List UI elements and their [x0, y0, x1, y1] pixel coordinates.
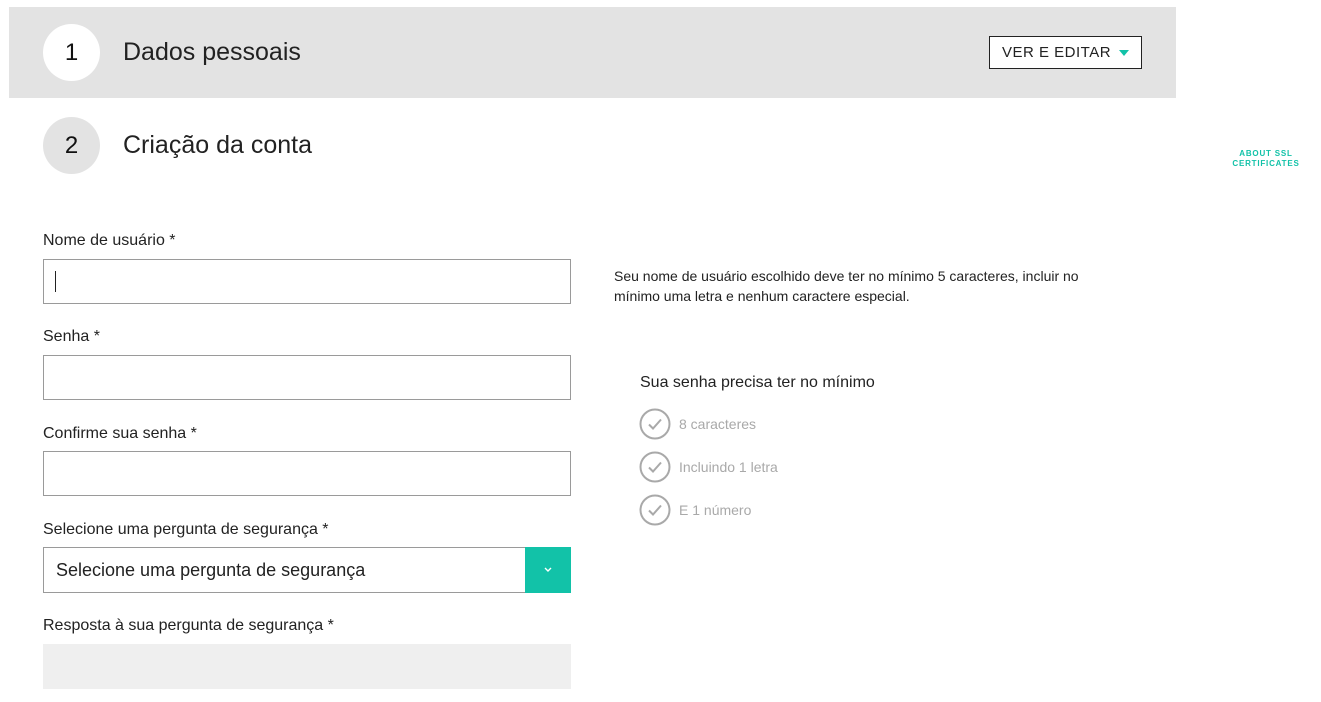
password-requirement-item: 8 caracteres: [639, 408, 756, 440]
username-label: Nome de usuário *: [43, 232, 176, 249]
security-question-select[interactable]: Selecione uma pergunta de segurança: [43, 547, 571, 593]
confirm-password-input[interactable]: [43, 451, 571, 496]
username-help-text: Seu nome de usuário escolhido deve ter n…: [614, 268, 1079, 304]
ssl-link-line-2: CERTIFICATES: [1232, 159, 1300, 168]
check-circle-icon: [639, 494, 671, 526]
ssl-link-line-1: ABOUT SSL: [1239, 149, 1293, 158]
security-question-selected: Selecione uma pergunta de segurança: [56, 559, 366, 580]
password-requirement-item: E 1 número: [639, 494, 751, 526]
step-title: Criação da conta: [123, 131, 313, 159]
view-edit-button[interactable]: VER E EDITAR: [989, 36, 1142, 69]
password-label: Senha *: [43, 328, 100, 345]
requirement-label: 8 caracteres: [679, 416, 757, 432]
dropdown-toggle-button[interactable]: [525, 547, 571, 593]
about-ssl-certificates-link[interactable]: ABOUT SSL CERTIFICATES: [1222, 149, 1310, 169]
password-requirement-item: Incluindo 1 letra: [639, 451, 778, 483]
step-title: Dados pessoais: [123, 38, 301, 66]
requirement-label: Incluindo 1 letra: [679, 459, 778, 475]
step-personal-data-header: 1 Dados pessoais VER E EDITAR: [9, 7, 1176, 98]
step-number-badge: 2: [43, 117, 100, 174]
username-input[interactable]: [43, 259, 571, 304]
check-circle-icon: [639, 451, 671, 483]
password-input[interactable]: [43, 355, 571, 400]
password-requirements-heading: Sua senha precisa ter no mínimo: [640, 374, 875, 391]
confirm-password-label: Confirme sua senha *: [43, 425, 197, 442]
security-question-label: Selecione uma pergunta de segurança *: [43, 521, 329, 538]
chevron-down-icon: [544, 567, 552, 572]
step-number-badge: 1: [43, 24, 100, 81]
caret-down-icon: [1119, 50, 1130, 56]
check-circle-icon: [639, 408, 671, 440]
requirement-label: E 1 número: [679, 502, 752, 518]
view-edit-label: VER E EDITAR: [1001, 44, 1112, 61]
security-answer-label: Resposta à sua pergunta de segurança *: [43, 617, 334, 634]
security-answer-input[interactable]: [43, 644, 571, 689]
